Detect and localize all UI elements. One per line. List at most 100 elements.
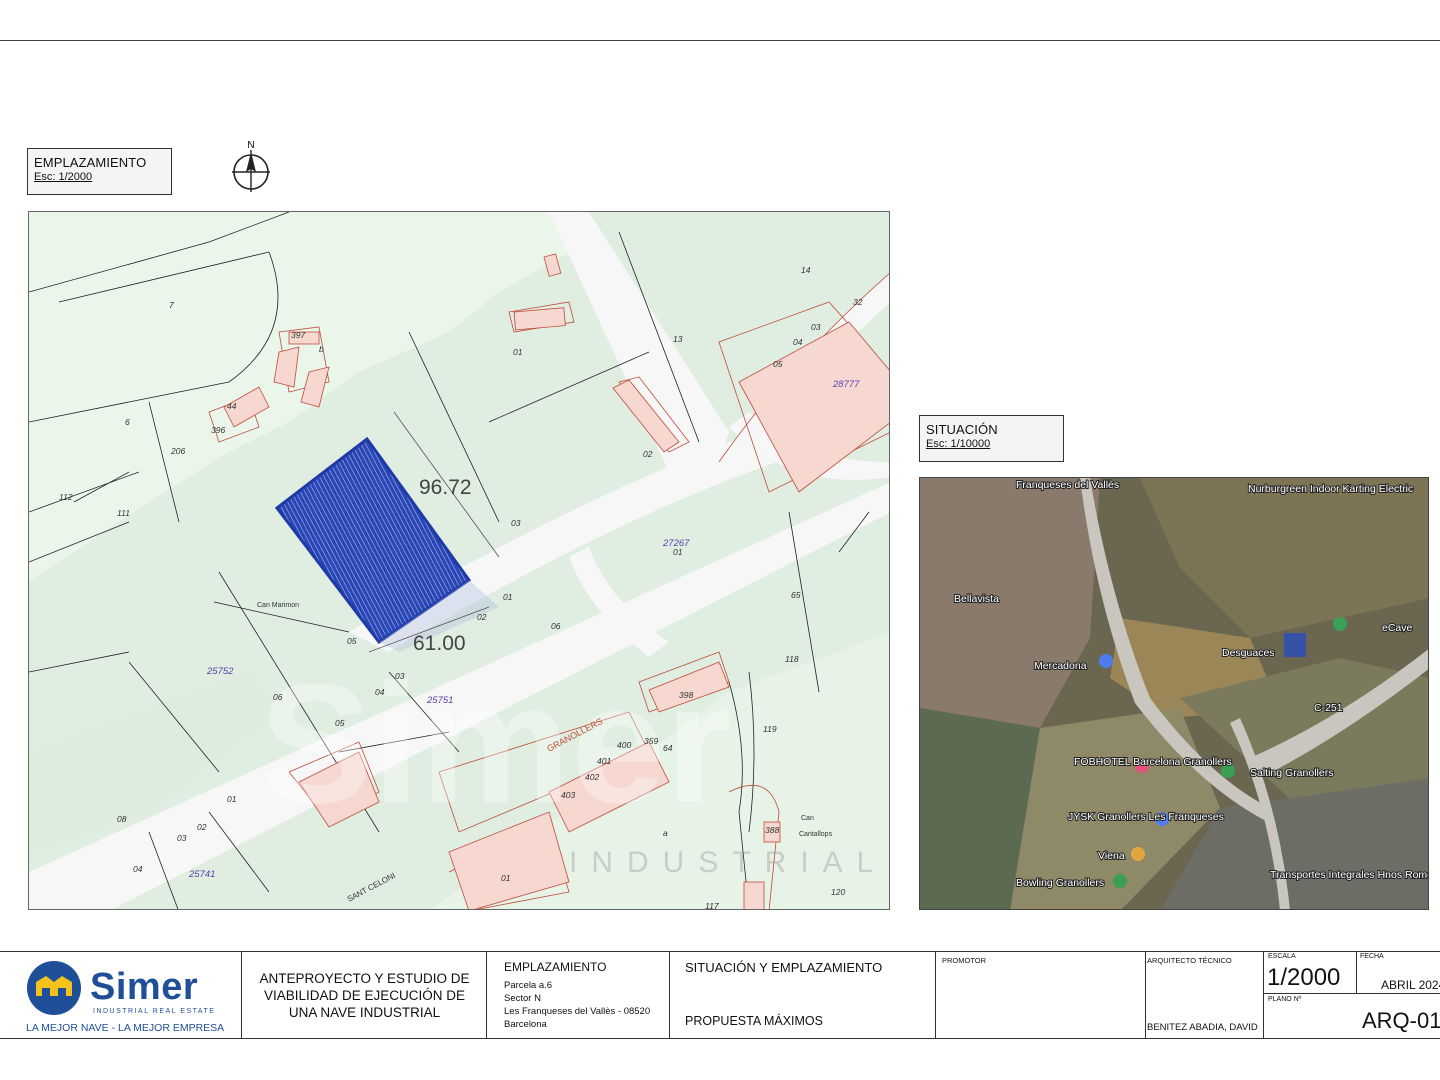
- parcel-number: a: [663, 828, 668, 838]
- location-heading: EMPLAZAMIENTO: [504, 960, 607, 974]
- location-line: Les Franqueses del Vallès - 08520: [504, 1006, 651, 1017]
- parcel-number: 01: [673, 547, 683, 557]
- parcel-number: 359: [644, 736, 658, 746]
- situacion-label-box: SITUACIÓN Esc: 1/10000: [919, 415, 1064, 462]
- parcel-number: 44: [227, 401, 237, 411]
- top-rule: [0, 40, 1440, 41]
- pin-icon: [1113, 874, 1127, 888]
- parcel-number: 25751: [426, 695, 453, 706]
- parcel-number: 06: [273, 692, 283, 702]
- satellite-label: Desguaces: [1222, 647, 1275, 659]
- parcel-number: 03: [811, 322, 821, 332]
- place-label: Can Marimon: [257, 602, 299, 609]
- fecha-value: ABRIL 2024: [1381, 978, 1440, 992]
- parcel-number: 32: [853, 297, 863, 307]
- parcel-number: 02: [197, 822, 207, 832]
- parcel-number: 01: [503, 592, 513, 602]
- project-title: ANTEPROYECTO Y ESTUDIO DE VIABILIDAD DE …: [259, 971, 470, 1020]
- parcel-number: 05: [335, 718, 345, 728]
- satellite-label: Nurburgreen Indoor Karting Electric: [1248, 483, 1413, 495]
- parcel-number: 01: [501, 873, 511, 883]
- parcel-number: 06: [551, 621, 561, 631]
- parcel-number: 02: [643, 449, 653, 459]
- parcel-number: 6: [125, 417, 130, 427]
- escala-label: ESCALA: [1268, 953, 1296, 960]
- watermark-text: Simer: [259, 649, 731, 839]
- sheet-cell: SITUACIÓN Y EMPLAZAMIENTO PROPUESTA MÁXI…: [670, 952, 936, 1038]
- parcel-number: 398: [679, 690, 693, 700]
- location-line: Barcelona: [504, 1019, 547, 1030]
- satellite-label: Franqueses del Vallès: [1016, 479, 1119, 491]
- parcel-number: 04: [133, 864, 143, 874]
- satellite-parcel-marker: [1284, 633, 1306, 657]
- dimension-short: 61.00: [413, 632, 466, 655]
- promotor-cell: PROMOTOR: [936, 952, 1146, 1038]
- parcel-number: 25741: [188, 869, 215, 880]
- street-label-sant-celoni: SANT CELONI: [346, 871, 397, 904]
- fecha-label: FECHA: [1360, 953, 1384, 960]
- plano-value: ARQ-01: [1362, 1008, 1440, 1033]
- satellite-label: FOBHOTEL Barcelona Granollers: [1074, 756, 1232, 768]
- plano-label: PLANO Nº: [1268, 996, 1302, 1003]
- escala-value: 1/2000: [1267, 964, 1341, 991]
- parcel-number: 28777: [832, 379, 860, 390]
- satellite-label: Bowling Granollers: [1016, 877, 1104, 889]
- satellite-label: Bellavista: [954, 593, 999, 605]
- parcel-number: 206: [170, 446, 185, 456]
- dimension-long: 96.72: [419, 476, 472, 499]
- pin-icon: [1131, 847, 1145, 861]
- emplazamiento-scale: Esc: 1/2000: [34, 171, 93, 183]
- parcel-number: b: [319, 344, 324, 354]
- location-line: Sector N: [504, 993, 541, 1004]
- parcel-number: 04: [793, 337, 803, 347]
- parcel-number: 119: [763, 724, 777, 734]
- satellite-label: eCave: [1382, 622, 1413, 634]
- pin-icon: [1333, 617, 1347, 631]
- satellite-label: Viena: [1098, 850, 1125, 862]
- emplazamiento-title: EMPLAZAMIENTO: [34, 155, 147, 170]
- scale-date-cell: ESCALA 1/2000 FECHA ABRIL 2024 PLANO Nº …: [1264, 952, 1440, 1038]
- parcel-number: 401: [597, 756, 611, 766]
- parcel-number: 7: [169, 300, 174, 310]
- place-label: Cantallops: [799, 831, 833, 838]
- parcel-number: 403: [561, 790, 575, 800]
- parcel-number: 64: [663, 743, 673, 753]
- satellite-map: Franqueses del Vallès Nurburgreen Indoor …: [919, 477, 1429, 910]
- parcel-number: 05: [773, 359, 783, 369]
- parcel-number: 05: [347, 636, 357, 646]
- divider: [1264, 993, 1440, 994]
- parcel-number: 25752: [206, 666, 234, 677]
- parcel-number: 02: [477, 612, 487, 622]
- parcel-number: 118: [785, 654, 799, 664]
- satellite-label: Mercadona: [1034, 660, 1087, 672]
- sheet-heading: SITUACIÓN Y EMPLAZAMIENTO: [685, 960, 883, 975]
- satellite-label: Transportes Integrales Hnos Romero: [1270, 869, 1429, 881]
- divider: [1356, 952, 1357, 993]
- watermark-sub: INDUSTRIAL REAL ESTATE: [569, 846, 890, 879]
- location-cell: EMPLAZAMIENTO Parcela a.6 Sector N Les F…: [487, 952, 670, 1038]
- parcel-number: 01: [227, 794, 237, 804]
- parcel-number: 388: [765, 825, 779, 835]
- parcel-number: 112: [59, 492, 73, 502]
- north-arrow-icon: N: [230, 138, 274, 194]
- title-block: Simer INDUSTRIAL REAL ESTATE LA MEJOR NA…: [0, 951, 1440, 1039]
- location-line: Parcela a.6: [504, 980, 553, 991]
- parcel-number: 04: [375, 687, 385, 697]
- situacion-scale: Esc: 1/10000: [926, 438, 991, 450]
- logo-slogan: LA MEJOR NAVE - LA MEJOR EMPRESA: [26, 1022, 225, 1034]
- situacion-title: SITUACIÓN: [926, 422, 998, 437]
- logo-name: Simer: [90, 966, 199, 1008]
- satellite-label: Salting Granollers: [1250, 767, 1333, 779]
- parcel-number: 01: [513, 347, 523, 357]
- arquitecto-label: ARQUITECTO TÉCNICO: [1147, 956, 1232, 965]
- parcel-number: 397: [291, 330, 305, 340]
- pin-icon: [1099, 654, 1113, 668]
- parcel-number: 117: [705, 901, 719, 910]
- parcel-number: 03: [395, 671, 405, 681]
- parcel-number: 400: [617, 740, 631, 750]
- parcel-number: 111: [117, 508, 130, 518]
- parcel-number: 08: [117, 814, 127, 824]
- project-cell: ANTEPROYECTO Y ESTUDIO DE VIABILIDAD DE …: [242, 952, 487, 1038]
- parcel-number: 13: [673, 334, 683, 344]
- sheet-subtitle: PROPUESTA MÁXIMOS: [685, 1014, 823, 1028]
